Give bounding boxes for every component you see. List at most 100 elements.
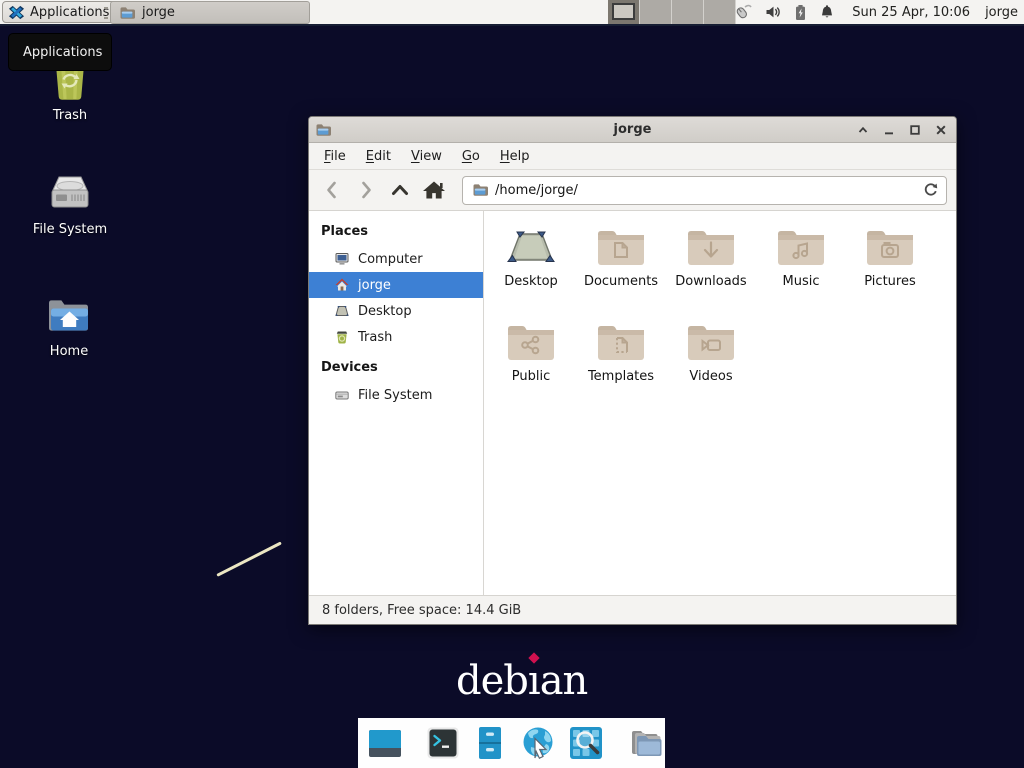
panel-username[interactable]: jorge — [981, 5, 1018, 20]
up-button[interactable] — [386, 176, 414, 204]
sidebar-devices-header: Devices — [309, 354, 483, 382]
menu-go[interactable]: Go — [453, 145, 489, 168]
home-icon — [333, 277, 350, 293]
menu-view[interactable]: View — [402, 145, 451, 168]
statusbar: 8 folders, Free space: 14.4 GiB — [309, 595, 956, 624]
applications-tooltip: Applications — [8, 33, 112, 71]
harddrive-icon — [46, 170, 94, 216]
file-cabinet-icon[interactable] — [472, 725, 508, 761]
sidebar-item-trash[interactable]: Trash — [309, 324, 483, 350]
taskbar-window-label: jorge — [142, 5, 175, 20]
public-folder-icon — [505, 320, 557, 364]
toolbar: /home/jorge/ — [309, 170, 956, 211]
show-desktop-icon[interactable] — [367, 725, 403, 761]
file-item-pictures[interactable]: Pictures — [847, 225, 933, 289]
panel-clock[interactable]: Sun 25 Apr, 10:06 — [846, 5, 970, 20]
forward-button[interactable] — [352, 176, 380, 204]
status-text: 8 folders, Free space: 14.4 GiB — [322, 603, 521, 618]
sidebar-item-label: Computer — [358, 252, 423, 267]
bottom-dock — [358, 718, 665, 768]
sidebar-item-desktop[interactable]: Desktop — [309, 298, 483, 324]
terminal-icon[interactable] — [425, 725, 461, 761]
menu-file[interactable]: File — [315, 145, 355, 168]
file-manager-window: jorge File Edit View Go Help — [308, 116, 957, 625]
file-item-label: Downloads — [675, 274, 746, 289]
menu-help[interactable]: Help — [491, 145, 539, 168]
music-folder-icon — [775, 225, 827, 269]
directory-menu-icon[interactable] — [626, 725, 664, 761]
file-item-music[interactable]: Music — [758, 225, 844, 289]
workspace-window-preview — [612, 3, 635, 20]
desktop-icon-label: Home — [50, 344, 88, 359]
home-folder-icon — [45, 296, 93, 338]
desktop-icon-label: File System — [33, 222, 107, 237]
file-item-downloads[interactable]: Downloads — [668, 225, 754, 289]
sidebar-item-jorge[interactable]: jorge — [309, 272, 483, 298]
trash-icon — [333, 329, 350, 345]
panel-separator-handle — [104, 7, 108, 19]
videos-folder-icon — [685, 320, 737, 364]
back-button[interactable] — [318, 176, 346, 204]
sidebar-item-file-system[interactable]: File System — [309, 382, 483, 408]
applications-menu-button[interactable]: Applications — [2, 1, 118, 23]
menu-edit[interactable]: Edit — [357, 145, 400, 168]
file-item-desktop[interactable]: Desktop — [488, 225, 574, 289]
volume-icon[interactable] — [764, 4, 782, 20]
workspace-2[interactable] — [640, 0, 672, 24]
path-folder-icon — [472, 182, 488, 198]
web-browser-icon[interactable] — [519, 725, 557, 761]
file-item-videos[interactable]: Videos — [668, 320, 754, 384]
desktop-icon-label: Trash — [53, 108, 87, 123]
debian-logo: debıan — [456, 658, 587, 704]
mouse-icon[interactable] — [733, 3, 753, 21]
pictures-folder-icon — [864, 225, 916, 269]
top-panel: Applications jorge — [0, 0, 1024, 26]
bell-icon[interactable] — [819, 4, 835, 21]
minimize-button[interactable] — [880, 121, 898, 139]
close-button[interactable] — [932, 121, 950, 139]
path-bar[interactable]: /home/jorge/ — [462, 176, 947, 205]
file-item-label: Documents — [584, 274, 658, 289]
home-button[interactable] — [420, 176, 448, 204]
sidebar-item-computer[interactable]: Computer — [309, 246, 483, 272]
path-input[interactable]: /home/jorge/ — [495, 183, 915, 198]
file-item-label: Desktop — [504, 274, 558, 289]
documents-folder-icon — [595, 225, 647, 269]
drive-icon — [333, 387, 350, 403]
workspace-4[interactable] — [704, 0, 736, 24]
file-item-label: Videos — [689, 369, 732, 384]
file-item-public[interactable]: Public — [488, 320, 574, 384]
desktop-icon-file-system[interactable]: File System — [15, 170, 125, 237]
reload-button[interactable] — [922, 181, 940, 199]
debian-logo-text: deb — [456, 658, 528, 704]
taskbar-window-button[interactable]: jorge — [110, 1, 310, 24]
battery-charging-icon[interactable] — [793, 4, 808, 21]
file-item-documents[interactable]: Documents — [578, 225, 664, 289]
templates-folder-icon — [595, 320, 647, 364]
desktop-icon-home[interactable]: Home — [14, 296, 124, 359]
workspace-1[interactable] — [608, 0, 640, 24]
maximize-button[interactable] — [906, 121, 924, 139]
file-view[interactable]: Desktop Documents — [484, 211, 956, 595]
titlebar[interactable]: jorge — [309, 117, 956, 143]
sidebar-item-label: Desktop — [358, 304, 412, 319]
file-item-templates[interactable]: Templates — [578, 320, 664, 384]
downloads-folder-icon — [685, 225, 737, 269]
sidebar-places-header: Places — [309, 218, 483, 246]
file-item-label: Pictures — [864, 274, 915, 289]
workspace-pager — [608, 0, 736, 24]
applications-menu-label: Applications — [30, 5, 109, 20]
desktop-icon — [333, 303, 350, 319]
shade-button[interactable] — [854, 121, 872, 139]
system-tray: Sun 25 Apr, 10:06 jorge — [733, 0, 1018, 24]
application-finder-icon[interactable] — [568, 725, 604, 761]
computer-icon — [333, 251, 350, 267]
file-item-label: Music — [783, 274, 820, 289]
tooltip-text: Applications — [23, 45, 102, 60]
menubar: File Edit View Go Help — [309, 143, 956, 170]
stray-line-artifact — [216, 541, 282, 576]
workspace-3[interactable] — [672, 0, 704, 24]
xfce-applications-icon — [8, 4, 25, 21]
sidebar-item-label: File System — [358, 388, 432, 403]
folder-icon — [119, 5, 135, 21]
